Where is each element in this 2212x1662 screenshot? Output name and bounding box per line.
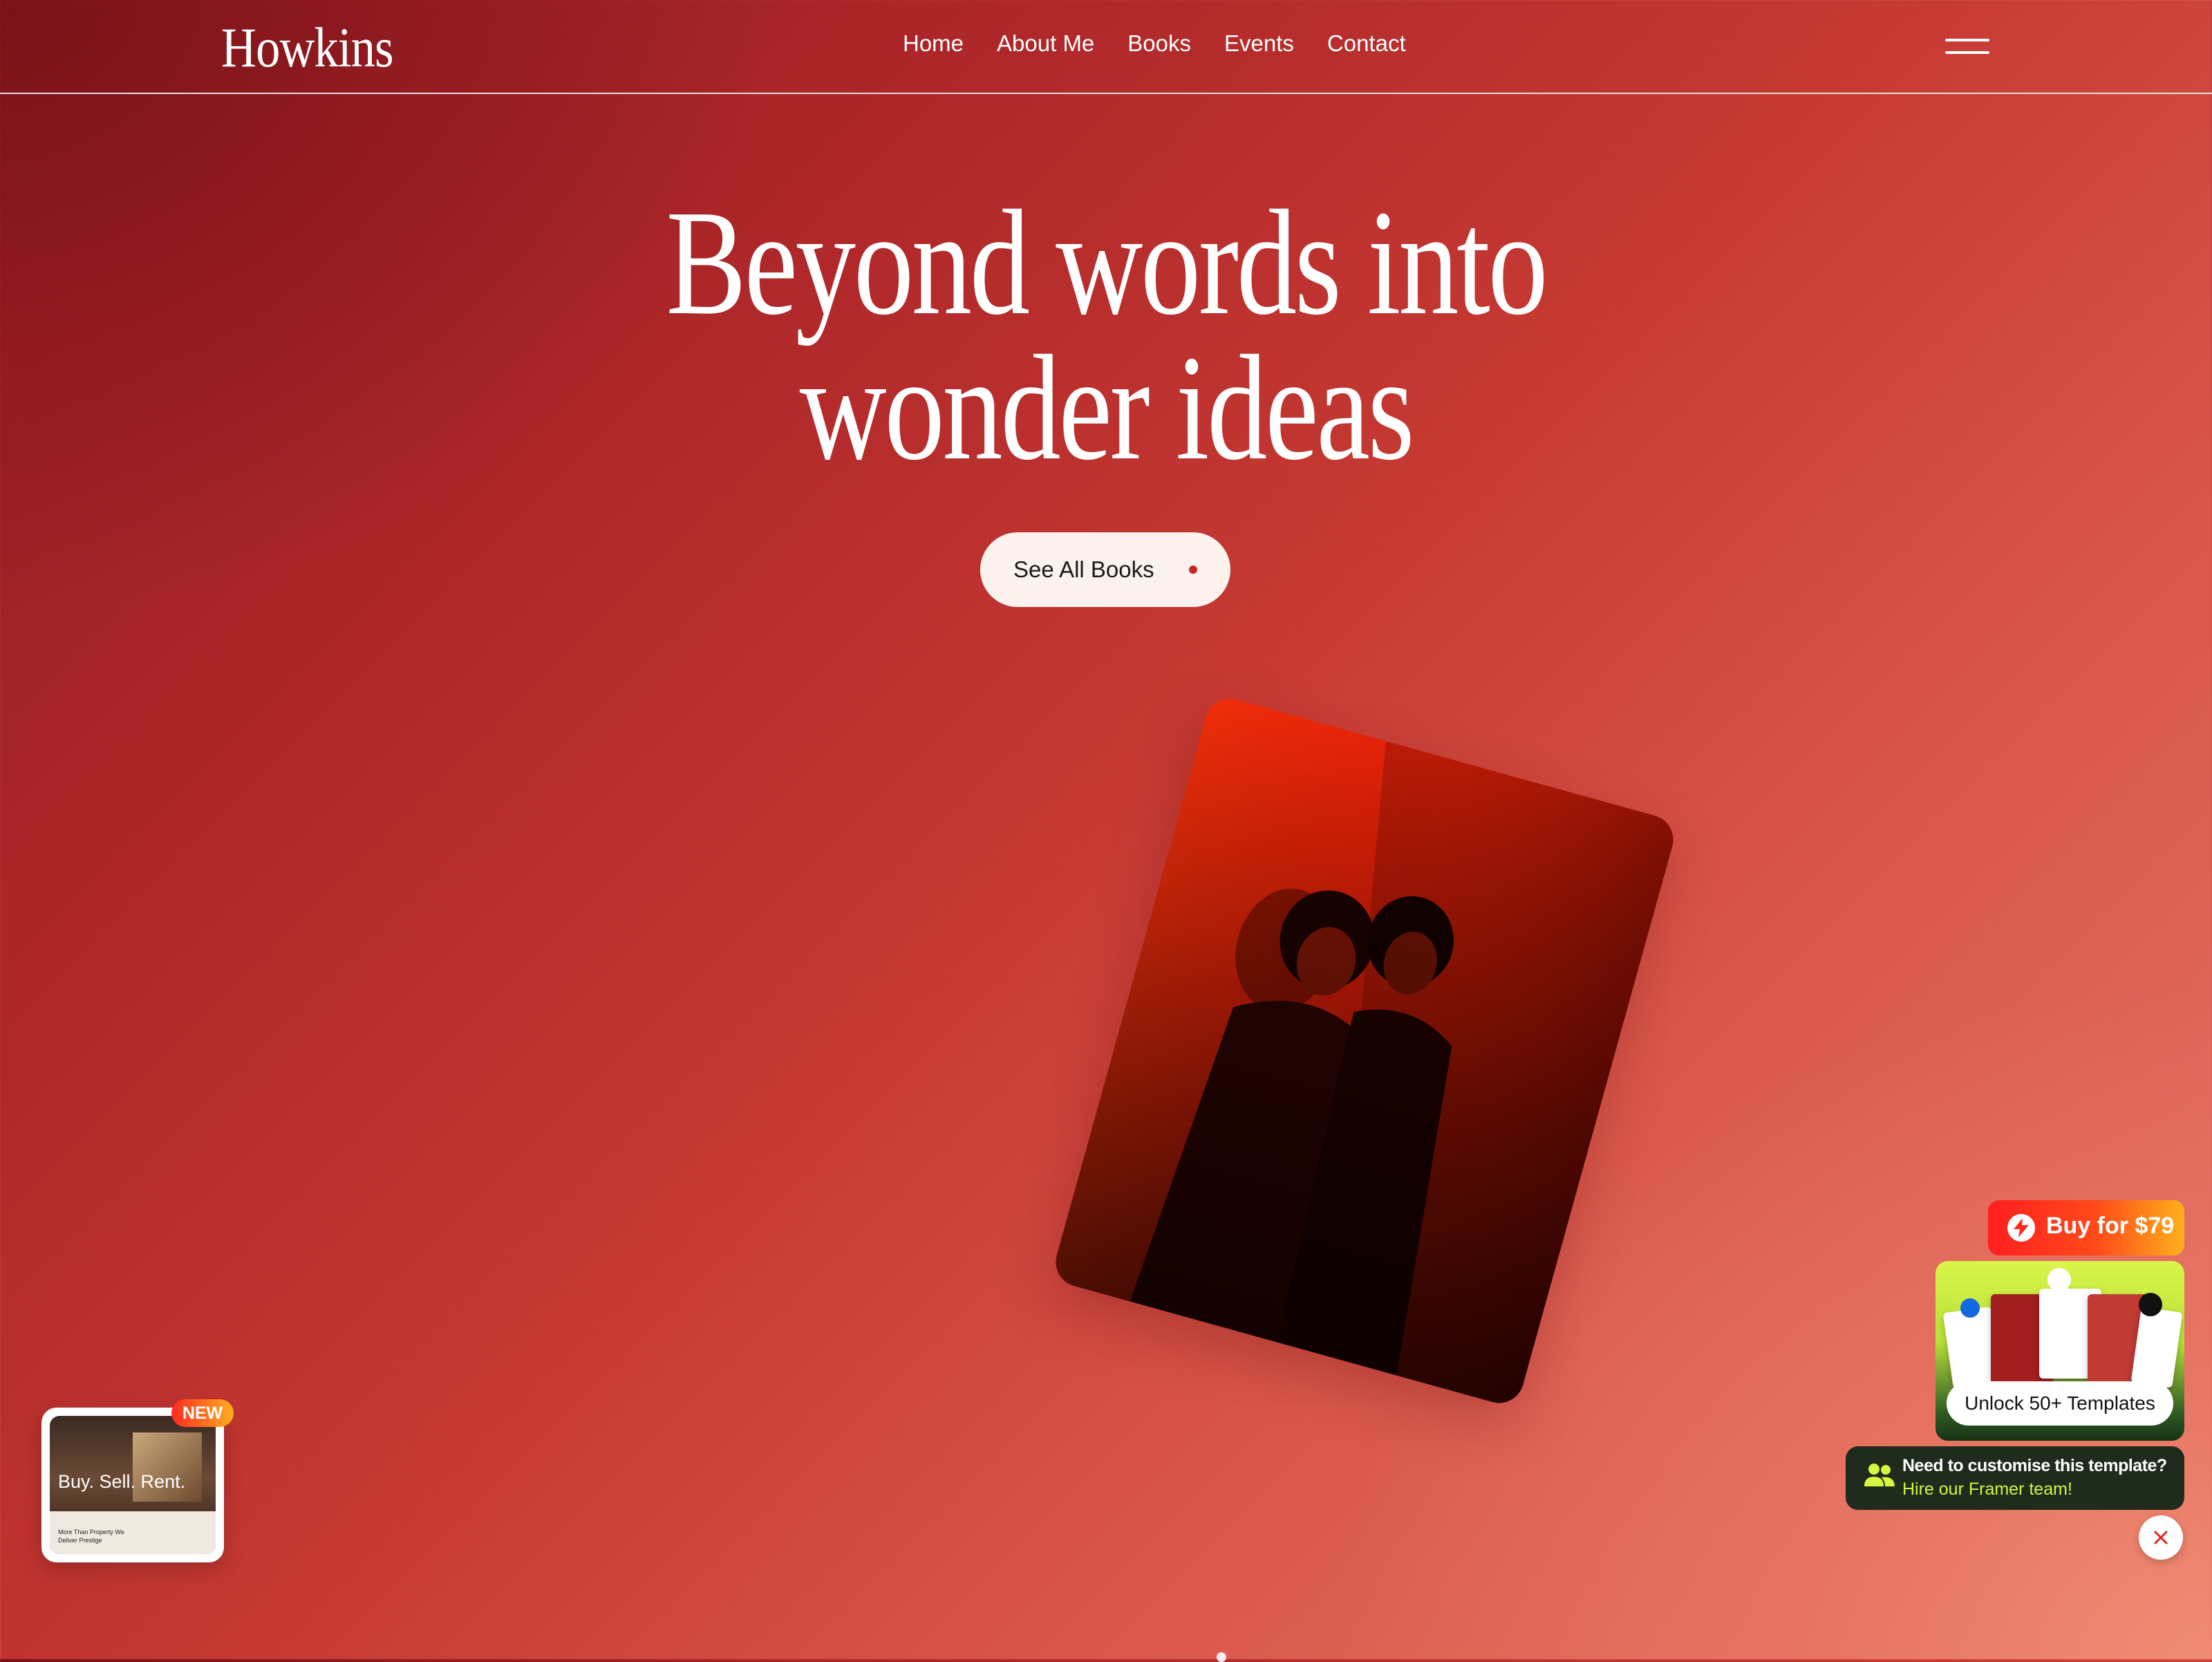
top-navigation: Howkins Home About Me Books Events Conta…	[0, 0, 2212, 94]
cta-dot-icon	[1189, 566, 1197, 574]
nav-link-books[interactable]: Books	[1127, 30, 1191, 57]
site-logo[interactable]: Howkins	[221, 15, 394, 80]
hamburger-line	[1945, 39, 1989, 41]
hire-question: Need to customise this template?	[1902, 1456, 2167, 1475]
nav-link-home[interactable]: Home	[903, 30, 964, 57]
figma-icon	[2139, 1293, 2162, 1316]
hero-title-line-2: wonder ideas	[799, 325, 1415, 492]
hero-title-line-1: Beyond words into	[666, 180, 1548, 346]
close-icon	[2154, 1531, 2168, 1544]
see-all-books-label: See All Books	[1013, 557, 1154, 582]
scroll-indicator	[1217, 1652, 1226, 1662]
unlock-templates-button[interactable]: Unlock 50+ Templates	[1947, 1381, 2173, 1426]
hamburger-icon[interactable]	[1945, 39, 1989, 57]
people-icon	[1864, 1462, 1895, 1493]
promo-headline: Buy. Sell. Rent.	[58, 1471, 186, 1492]
hamburger-line	[1945, 51, 1989, 54]
nav-link-about-me[interactable]: About Me	[997, 30, 1094, 57]
hero-title: Beyond words into wonder ideas	[0, 180, 2212, 492]
hero-photo	[1050, 693, 1679, 1409]
see-all-books-button[interactable]: See All Books	[980, 532, 1230, 607]
template-promo-card[interactable]: Buy. Sell. Rent. More Than Property We D…	[41, 1408, 224, 1562]
webflow-icon	[1960, 1298, 1980, 1318]
nav-link-contact[interactable]: Contact	[1327, 30, 1406, 57]
hire-framer-team-banner[interactable]: Need to customise this template? Hire ou…	[1846, 1446, 2184, 1510]
two-people-photo-illustration	[1050, 693, 1679, 1409]
main-menu: Home About Me Books Events Contact	[903, 30, 1406, 57]
new-badge: NEW	[171, 1399, 234, 1427]
framer-icon	[2047, 1268, 2071, 1291]
promo-subtext: More Than Property We Deliver Prestige	[58, 1529, 124, 1544]
nav-link-events[interactable]: Events	[1224, 30, 1294, 57]
hire-link-text: Hire our Framer team!	[1902, 1479, 2072, 1499]
close-widgets-button[interactable]	[2139, 1515, 2183, 1560]
buy-button-label: Buy for $79	[2046, 1213, 2175, 1239]
lightning-icon	[2007, 1214, 2035, 1242]
buy-template-button[interactable]: Buy for $79	[1988, 1200, 2184, 1255]
